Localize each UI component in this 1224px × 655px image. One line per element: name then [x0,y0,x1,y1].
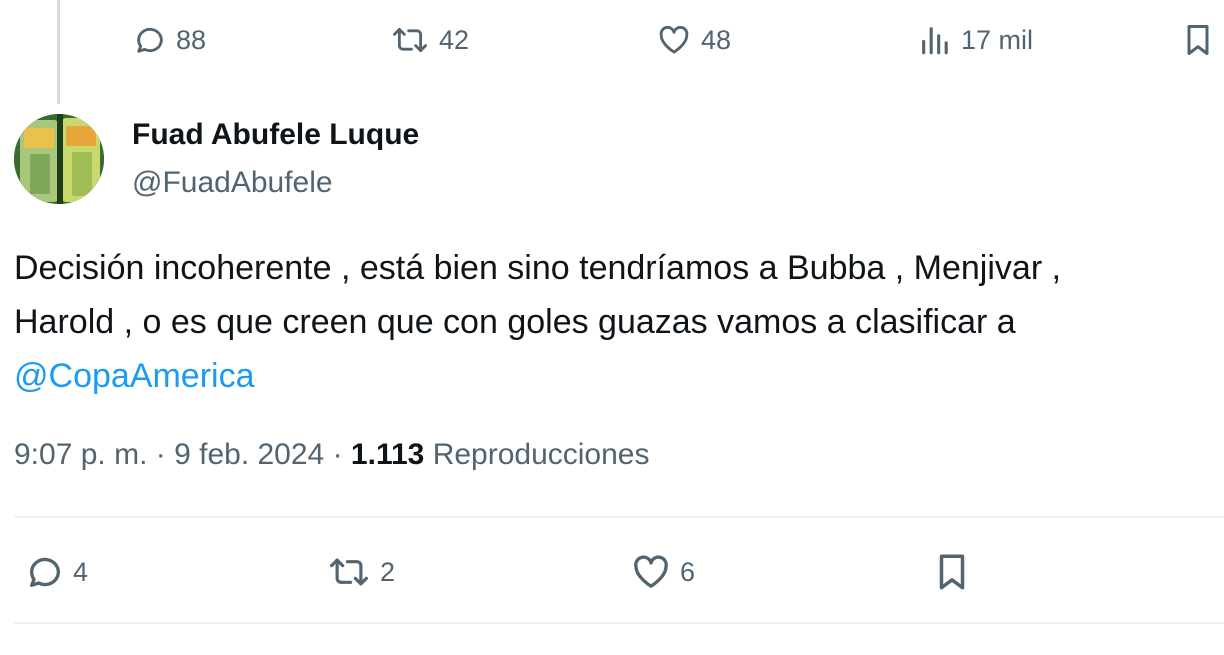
retweet-button[interactable]: 2 [326,552,395,592]
retweet-count: 2 [380,557,396,587]
tweet-text: Decisión incoherente , está bien sino te… [14,241,1214,403]
reply-icon [133,23,167,57]
retweet-button[interactable]: 42 [390,22,469,58]
bookmark-icon [1182,22,1214,58]
meta-separator: · [332,438,343,471]
avatar-image [14,114,104,204]
reply-button[interactable]: 4 [25,552,88,592]
bookmark-button[interactable] [934,552,970,592]
bookmark-icon [934,551,970,593]
tweet-time[interactable]: 9:07 p. m. [14,438,147,471]
retweet-icon [390,23,430,57]
like-button[interactable]: 6 [630,552,695,592]
like-icon [656,23,692,57]
tweet-text-line: Decisión incoherente , está bien sino te… [14,249,1062,287]
reply-button[interactable]: 88 [133,22,206,58]
retweet-count: 42 [439,25,470,55]
divider [14,516,1224,518]
views-icon [918,23,952,57]
tweet-text-line: Harold , o es que creen que con goles gu… [14,303,1016,341]
like-button[interactable]: 48 [656,22,731,58]
reply-count: 88 [176,25,207,55]
tweet-date[interactable]: 9 feb. 2024 [174,438,324,471]
tweet-meta: 9:07 p. m. · 9 feb. 2024 · 1.113 Reprodu… [14,438,649,472]
like-icon [630,552,672,592]
views-count: 17 mil [961,25,1034,55]
reply-count: 4 [73,557,89,587]
reply-icon [25,552,65,592]
views-button[interactable]: 17 mil [918,22,1033,58]
tweet-views-count: 1.113 [350,438,425,471]
previous-tweet-action-bar: 88 42 48 17 mil [0,0,1224,80]
retweet-icon [326,553,372,591]
tweet-views-label: Reproducciones [432,438,650,471]
author-name[interactable]: Fuad Abufele Luque [132,118,419,152]
like-count: 48 [701,25,732,55]
bookmark-button[interactable] [1182,22,1214,58]
like-count: 6 [680,557,696,587]
author-handle[interactable]: @FuadAbufele [132,166,333,200]
meta-separator: · [155,438,166,471]
divider [14,622,1224,624]
mention-link[interactable]: @CopaAmerica [14,349,1214,403]
avatar[interactable] [14,114,104,204]
